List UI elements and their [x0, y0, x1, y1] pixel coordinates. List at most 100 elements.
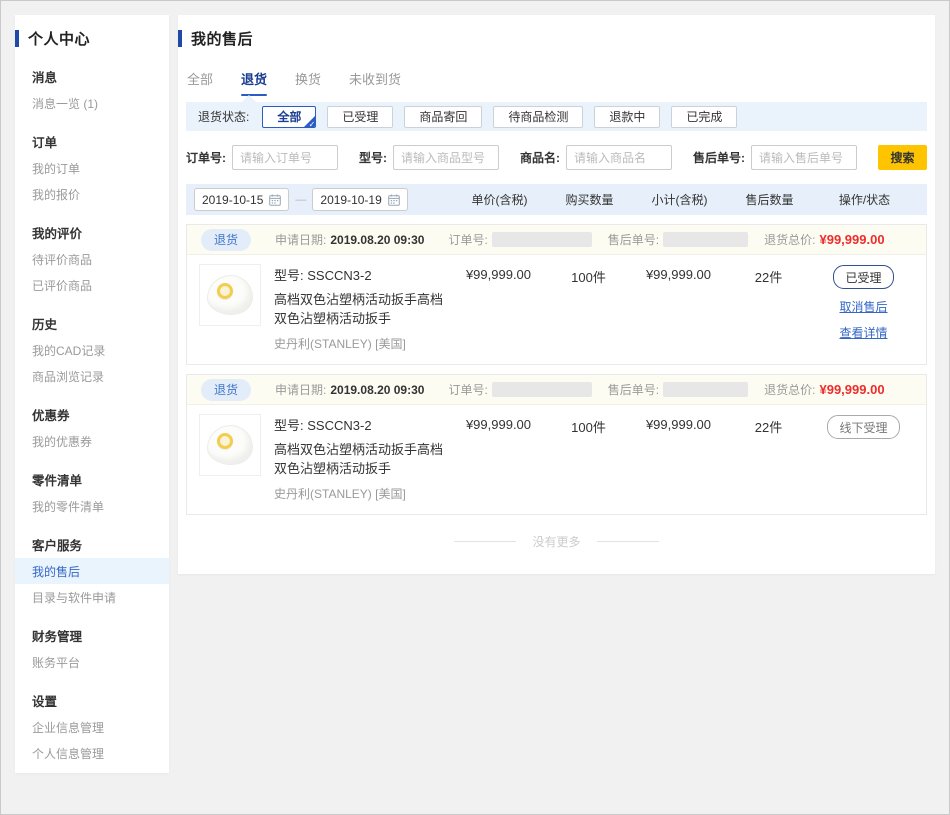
- unit-price-cell: ¥99,999.00: [451, 264, 546, 282]
- product-name-field: 商品名:: [520, 145, 672, 170]
- sidebar-section-messages: 消息: [32, 63, 155, 90]
- order-no-label: 订单号:: [186, 149, 226, 166]
- divider-line: [454, 541, 516, 542]
- calendar-icon: [269, 194, 281, 206]
- model-label: 型号:: [274, 268, 304, 283]
- order-no-redacted: [492, 382, 592, 397]
- product-image[interactable]: [199, 264, 261, 326]
- sidebar-section-history: 历史: [32, 310, 155, 337]
- aftersale-no-label: 售后单号:: [693, 149, 745, 166]
- sidebar-item-my-quotes[interactable]: 我的报价: [32, 181, 155, 207]
- return-total-price: ¥99,999.00: [819, 232, 884, 247]
- aftersale-no-input[interactable]: [751, 145, 857, 170]
- aftersale-panel: 我的售后 全部 退货 换货 未收到货 退货状态: 全部 已受理 商品寄回 待商品…: [178, 15, 935, 574]
- sidebar-item-company-info[interactable]: 企业信息管理: [32, 714, 155, 740]
- return-total-label: 退货总价:: [764, 381, 815, 398]
- search-button[interactable]: 搜索: [878, 145, 927, 170]
- aftersale-no-field: 售后单号:: [693, 145, 857, 170]
- status-badge: 已受理: [833, 265, 893, 289]
- tab-not-received[interactable]: 未收到货: [349, 69, 401, 96]
- cancel-aftersale-link[interactable]: 取消售后: [839, 298, 887, 315]
- order-card-header: 退货 申请日期: 2019.08.20 09:30 订单号: 售后单号: 退货总…: [187, 225, 926, 255]
- status-badge: 线下受理: [827, 415, 899, 439]
- product-info: 型号: SSCCN3-2 高档双色沾塑柄活动扳手高档双色沾塑柄活动扳手 史丹利(…: [274, 414, 451, 502]
- product-name[interactable]: 高档双色沾塑柄活动扳手高档双色沾塑柄活动扳手: [274, 289, 451, 327]
- filter-goods-returned-button[interactable]: 商品寄回: [404, 106, 482, 128]
- list-header: 2019-10-15 — 2019-10-19: [186, 184, 927, 215]
- tab-all[interactable]: 全部: [187, 69, 213, 96]
- date-to-value: 2019-10-19: [320, 193, 381, 207]
- subtotal-cell: ¥99,999.00: [631, 414, 726, 432]
- return-badge: 退货: [201, 229, 251, 251]
- page-title: 我的售后: [191, 28, 253, 49]
- sidebar-item-billing-platform[interactable]: 账务平台: [32, 649, 155, 675]
- sidebar-item-my-orders[interactable]: 我的订单: [32, 155, 155, 181]
- product-brand: 史丹利(STANLEY) [美国]: [274, 485, 451, 502]
- apply-date-value: 2019.08.20 09:30: [330, 383, 424, 397]
- tab-exchange[interactable]: 换货: [295, 69, 321, 96]
- sidebar-section-coupons: 优惠券: [32, 401, 155, 428]
- dust-mask-graphic: [207, 275, 253, 315]
- sidebar-item-catalog-software[interactable]: 目录与软件申请: [32, 584, 155, 610]
- sidebar-item-my-parts-list[interactable]: 我的零件清单: [32, 493, 155, 519]
- model-value: SSCCN3-2: [307, 268, 371, 283]
- sidebar-item-message-list[interactable]: 消息一览 (1): [32, 90, 155, 116]
- product-name-label: 商品名:: [520, 149, 560, 166]
- tab-returns[interactable]: 退货: [241, 69, 267, 96]
- sidebar-item-personal-info[interactable]: 个人信息管理: [32, 740, 155, 766]
- sidebar-title-row: 个人中心: [15, 15, 169, 49]
- apply-date-value: 2019.08.20 09:30: [330, 233, 424, 247]
- model-input[interactable]: [393, 145, 499, 170]
- column-subtotal: 小计(含税): [632, 191, 727, 208]
- product-name[interactable]: 高档双色沾塑柄活动扳手高档双色沾塑柄活动扳手: [274, 439, 451, 477]
- title-accent-bar: [178, 30, 182, 47]
- sidebar-item-cad-history[interactable]: 我的CAD记录: [32, 337, 155, 363]
- view-detail-link[interactable]: 查看详情: [839, 324, 887, 341]
- aftersale-no-redacted: [663, 232, 748, 247]
- model-field: 型号:: [359, 145, 499, 170]
- return-total-label: 退货总价:: [764, 231, 815, 248]
- sidebar-item-my-aftersale[interactable]: 我的售后: [15, 558, 169, 584]
- date-from-value: 2019-10-15: [202, 193, 263, 207]
- date-from-input[interactable]: 2019-10-15: [194, 188, 289, 211]
- filter-completed-button[interactable]: 已完成: [671, 106, 737, 128]
- sidebar-item-my-coupons[interactable]: 我的优惠券: [32, 428, 155, 454]
- sidebar-nav: 消息 消息一览 (1) 订单 我的订单 我的报价 我的评价 待评价商品 已评价商…: [15, 49, 169, 773]
- unit-price-cell: ¥99,999.00: [451, 414, 546, 432]
- order-no-input[interactable]: [232, 145, 338, 170]
- return-total-price: ¥99,999.00: [819, 382, 884, 397]
- sidebar-item-address-mgmt[interactable]: 地址管理: [32, 766, 155, 773]
- product-cell: 型号: SSCCN3-2 高档双色沾塑柄活动扳手高档双色沾塑柄活动扳手 史丹利(…: [199, 264, 451, 352]
- return-status-filter-band: 退货状态: 全部 已受理 商品寄回 待商品检测 退款中 已完成: [186, 102, 927, 131]
- return-badge: 退货: [201, 379, 251, 401]
- sidebar-item-pending-review[interactable]: 待评价商品: [32, 246, 155, 272]
- apply-date-label: 申请日期:: [275, 231, 326, 248]
- filter-accepted-button[interactable]: 已受理: [327, 106, 393, 128]
- filter-refunding-button[interactable]: 退款中: [594, 106, 660, 128]
- model-label: 型号:: [274, 418, 304, 433]
- order-no-label: 订单号:: [448, 231, 487, 248]
- model-value: SSCCN3-2: [307, 418, 371, 433]
- order-no-field: 订单号:: [186, 145, 338, 170]
- sidebar-item-reviewed[interactable]: 已评价商品: [32, 272, 155, 298]
- search-row: 订单号: 型号: 商品名: 售后单号: 搜索: [186, 145, 927, 170]
- product-image[interactable]: [199, 414, 261, 476]
- divider-line: [597, 541, 659, 542]
- date-to-input[interactable]: 2019-10-19: [312, 188, 407, 211]
- aftersale-no-redacted: [663, 382, 748, 397]
- apply-date-label: 申请日期:: [275, 381, 326, 398]
- sidebar-section-customer-service: 客户服务: [32, 531, 155, 558]
- filter-all-button[interactable]: 全部: [262, 106, 316, 128]
- date-range-picker: 2019-10-15 — 2019-10-19: [194, 188, 452, 211]
- order-no-redacted: [492, 232, 592, 247]
- product-name-input[interactable]: [566, 145, 672, 170]
- title-accent-bar: [15, 30, 19, 47]
- dust-mask-graphic: [207, 425, 253, 465]
- order-card: 退货 申请日期: 2019.08.20 09:30 订单号: 售后单号: 退货总…: [186, 224, 927, 365]
- mask-valve-graphic: [217, 283, 233, 299]
- aftersale-no-label: 售后单号:: [608, 231, 659, 248]
- sidebar-item-browse-history[interactable]: 商品浏览记录: [32, 363, 155, 389]
- filter-pending-inspection-button[interactable]: 待商品检测: [493, 106, 583, 128]
- purchase-qty-cell: 100件: [546, 264, 631, 286]
- column-aftersale-qty: 售后数量: [727, 191, 812, 208]
